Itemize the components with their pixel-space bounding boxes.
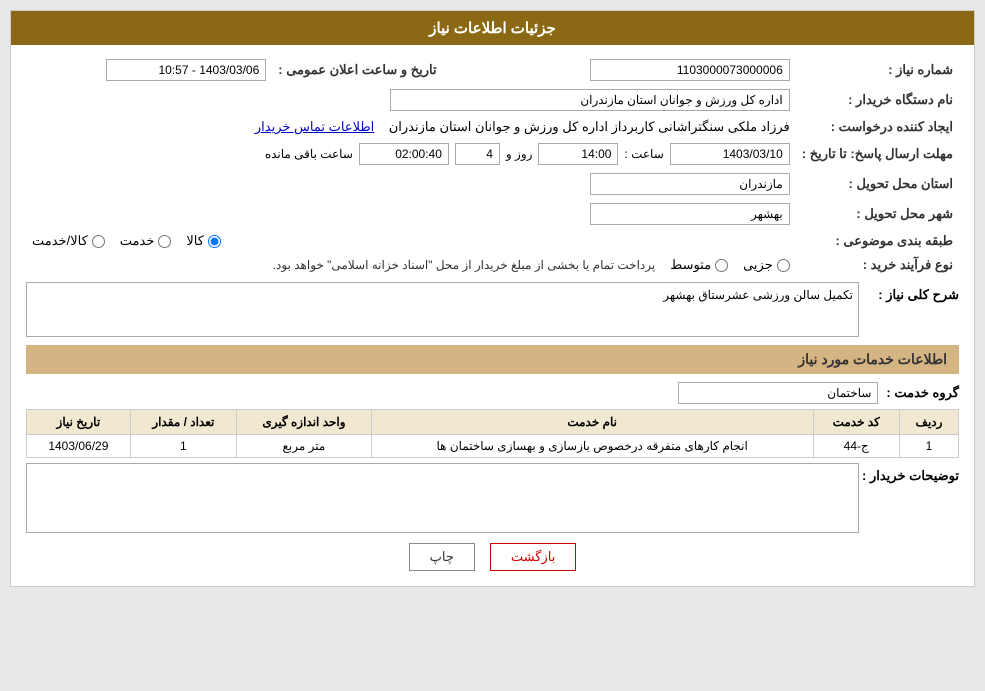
category-label: طبقه بندی موضوعی :: [796, 229, 959, 253]
sharh-textarea[interactable]: [26, 282, 859, 337]
col-code: کد خدمت: [813, 410, 899, 435]
shomara-niaz-value: [492, 55, 796, 85]
process-row: جزیی متوسط پرداخت تمام یا بخشی از مبلغ خ…: [26, 253, 796, 277]
process-label: نوع فرآیند خرید :: [796, 253, 959, 277]
category-khedmat-label: خدمت: [120, 233, 155, 249]
deadline-remaining-input[interactable]: [359, 143, 449, 165]
services-table: ردیف کد خدمت نام خدمت واحد اندازه گیری ت…: [26, 409, 959, 458]
content-area: شماره نیاز : تاریخ و ساعت اعلان عمومی : …: [11, 45, 974, 586]
category-kala-khedmat-label: کالا/خدمت: [32, 233, 88, 249]
page-wrapper: جزئیات اطلاعات نیاز شماره نیاز : تاریخ و…: [0, 0, 985, 691]
col-radif: ردیف: [899, 410, 958, 435]
province-label: استان محل تحویل :: [796, 169, 959, 199]
announce-input[interactable]: [106, 59, 266, 81]
deadline-date-input[interactable]: [670, 143, 790, 165]
col-unit: واحد اندازه گیری: [237, 410, 372, 435]
sharh-container: شرح کلی نیاز :: [26, 282, 959, 337]
category-kala-label: کالا: [186, 233, 204, 249]
radio-jozvi[interactable]: جزیی: [743, 257, 790, 273]
creator-value: فرزاد ملکی سنگتراشانی کاربرداز اداره کل …: [26, 115, 796, 139]
print-button[interactable]: چاپ: [409, 543, 475, 571]
cell-count: 1: [130, 435, 236, 458]
province-input[interactable]: [590, 173, 790, 195]
radio-kala[interactable]: کالا: [186, 233, 221, 249]
sharh-label: شرح کلی نیاز :: [869, 282, 959, 303]
category-radios: کالا/خدمت خدمت کالا: [26, 229, 796, 253]
cell-code: ج-44: [813, 435, 899, 458]
table-row: 1 ج-44 انجام کارهای متفرقه درخصوص بازساز…: [27, 435, 959, 458]
name-dastgah-input[interactable]: [390, 89, 790, 111]
radio-kala-khedmat[interactable]: کالا/خدمت: [32, 233, 105, 249]
col-name: نام خدمت: [371, 410, 813, 435]
buyer-desc-textarea[interactable]: [26, 463, 859, 533]
name-dastgah-value: [26, 85, 796, 115]
process-note: پرداخت تمام یا بخشی از مبلغ خریدار از مح…: [273, 258, 656, 272]
page-title: جزئیات اطلاعات نیاز: [11, 11, 974, 45]
group-label: گروه خدمت :: [886, 385, 959, 401]
group-input[interactable]: [678, 382, 878, 404]
city-input[interactable]: [590, 203, 790, 225]
cell-radif: 1: [899, 435, 958, 458]
city-label: شهر محل تحویل :: [796, 199, 959, 229]
services-section-title: اطلاعات خدمات مورد نیاز: [26, 345, 959, 374]
buyer-desc-container: توضیحات خریدار :: [26, 463, 959, 533]
cell-date: 1403/06/29: [27, 435, 131, 458]
buttons-row: بازگشت چاپ: [26, 543, 959, 571]
creator-text: فرزاد ملکی سنگتراشانی کاربرداز اداره کل …: [389, 119, 790, 134]
shomara-niaz-input[interactable]: [590, 59, 790, 81]
back-button[interactable]: بازگشت: [490, 543, 576, 571]
group-row: گروه خدمت :: [26, 382, 959, 404]
announce-label: تاریخ و ساعت اعلان عمومی :: [272, 55, 472, 85]
deadline-time-input[interactable]: [538, 143, 618, 165]
deadline-label: مهلت ارسال پاسخ: تا تاریخ :: [796, 139, 959, 169]
buyer-desc-label: توضیحات خریدار :: [869, 463, 959, 484]
province-value: [26, 169, 796, 199]
main-info-table: شماره نیاز : تاریخ و ساعت اعلان عمومی : …: [26, 55, 959, 277]
announce-value: [26, 55, 272, 85]
radio-mottavasset[interactable]: متوسط: [670, 257, 728, 273]
process-mottavasset-label: متوسط: [670, 257, 711, 273]
creator-label: ایجاد کننده درخواست :: [796, 115, 959, 139]
radio-khedmat[interactable]: خدمت: [120, 233, 172, 249]
process-jozvi-label: جزیی: [743, 257, 773, 273]
deadline-time-label: ساعت :: [624, 147, 663, 161]
col-count: تعداد / مقدار: [130, 410, 236, 435]
deadline-row: ساعت : روز و ساعت باقی مانده: [26, 139, 796, 169]
deadline-day-label: روز و: [506, 147, 533, 161]
col-date: تاریخ نیاز: [27, 410, 131, 435]
shomara-niaz-label: شماره نیاز :: [796, 55, 959, 85]
cell-name: انجام کارهای متفرقه درخصوص بازسازی و بهس…: [371, 435, 813, 458]
name-dastgah-label: نام دستگاه خریدار :: [796, 85, 959, 115]
deadline-remaining-label: ساعت باقی مانده: [265, 147, 353, 161]
cell-unit: متر مربع: [237, 435, 372, 458]
deadline-days-input[interactable]: [455, 143, 500, 165]
city-value: [26, 199, 796, 229]
contact-link[interactable]: اطلاعات تماس خریدار: [255, 119, 374, 134]
main-container: جزئیات اطلاعات نیاز شماره نیاز : تاریخ و…: [10, 10, 975, 587]
